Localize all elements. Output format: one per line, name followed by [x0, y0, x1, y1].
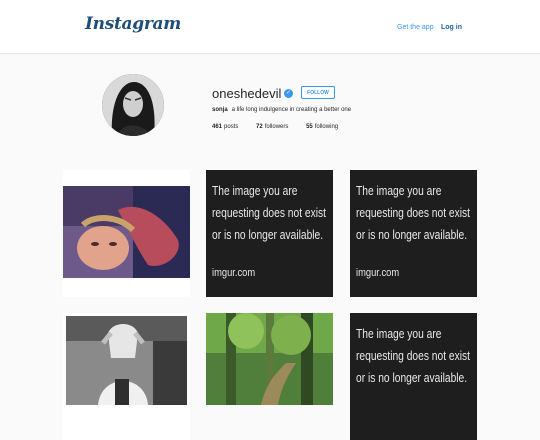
post-tile-6[interactable]: The image you are requesting does not ex… [350, 313, 477, 440]
post-tile-2[interactable]: The image you are requesting does not ex… [206, 170, 333, 297]
missing-line-1: The image you are [356, 327, 442, 341]
missing-line-2: requesting does not exist [356, 349, 470, 363]
following-count: 55 [306, 124, 313, 130]
following-stat[interactable]: 55 following [306, 124, 338, 130]
verified-badge-icon: ✓ [284, 89, 293, 98]
avatar-photo [102, 74, 164, 136]
post-photo-selfie [63, 170, 190, 297]
instagram-logo[interactable]: Instagram [85, 14, 181, 34]
log-in-link[interactable]: Log in [441, 24, 462, 31]
followers-stat[interactable]: 72 followers [256, 124, 288, 130]
profile-bio-text: a life long indulgence in creating a bet… [231, 107, 352, 113]
missing-line-2: requesting does not exist [212, 206, 326, 220]
post-tile-3[interactable]: The image you are requesting does not ex… [350, 170, 477, 297]
following-label: following [314, 124, 339, 130]
missing-line-1: The image you are [356, 184, 442, 198]
missing-line-3: or is no longer available. [212, 228, 324, 242]
missing-image-footer: imgur.com [356, 267, 400, 279]
profile-bio: sonja a life long indulgence in creating … [212, 107, 351, 113]
posts-stat: 461 posts [212, 124, 238, 130]
missing-image-message: The image you are requesting does not ex… [212, 180, 326, 246]
followers-count: 72 [256, 124, 263, 130]
missing-image-footer: imgur.com [212, 267, 256, 279]
get-the-app-link[interactable]: Get the app [397, 24, 434, 31]
follow-button[interactable]: FOLLOW [301, 86, 335, 99]
post-tile-5[interactable] [206, 313, 333, 440]
missing-line-1: The image you are [212, 184, 298, 198]
posts-count: 461 [212, 124, 223, 130]
posts-label: posts [224, 124, 239, 130]
profile-avatar[interactable] [102, 74, 164, 136]
missing-line-3: or is no longer available. [356, 228, 468, 242]
profile-name: sonja [212, 107, 228, 113]
post-tile-4[interactable] [63, 313, 190, 440]
post-photo-bw-woman [63, 313, 190, 405]
missing-image-message: The image you are requesting does not ex… [356, 180, 470, 246]
profile-username: oneshedevil [212, 86, 282, 101]
missing-line-2: requesting does not exist [356, 206, 470, 220]
post-photo-forest [206, 313, 333, 405]
followers-label: followers [264, 124, 289, 130]
profile-stats: 461 posts 72 followers 55 following [212, 124, 354, 130]
missing-image-message: The image you are requesting does not ex… [356, 323, 470, 389]
top-navigation-bar: Instagram Get the app Log in [0, 0, 540, 54]
post-tile-1[interactable] [63, 170, 190, 297]
missing-line-3: or is no longer available. [356, 371, 468, 385]
